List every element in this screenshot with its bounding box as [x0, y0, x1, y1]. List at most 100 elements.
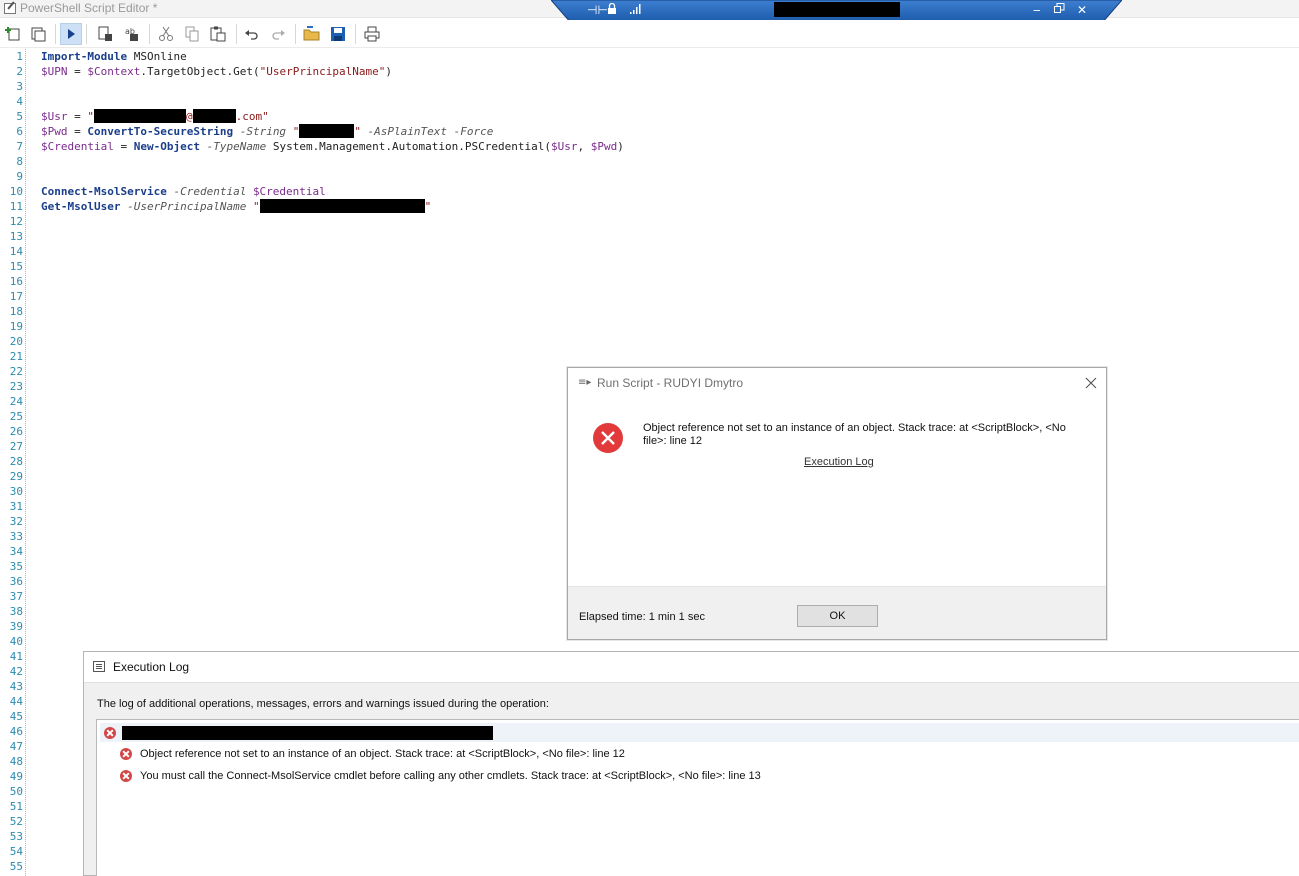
execution-log-description: The log of additional operations, messag… [97, 698, 549, 710]
redacted-text [259, 199, 425, 213]
open-script-button[interactable] [27, 23, 49, 45]
ok-button[interactable]: OK [797, 605, 878, 627]
line-number: 52 [9, 815, 23, 828]
script-editor-icon [4, 3, 16, 14]
cmdlet-token: Import-Module [41, 50, 128, 63]
line-number: 53 [9, 830, 23, 843]
pin-icon[interactable]: ⊣⊢ [587, 3, 608, 17]
member-token: .TargetObject.Get( [140, 65, 260, 78]
line-number: 14 [9, 245, 23, 258]
save-icon [331, 27, 345, 41]
line-number: 55 [9, 860, 23, 873]
line-number: 18 [9, 305, 23, 318]
line-number: 7 [16, 140, 23, 153]
copy-script-button[interactable] [94, 23, 116, 45]
line-number: 40 [9, 635, 23, 648]
compare-button[interactable]: ab [121, 23, 143, 45]
line-number: 38 [9, 605, 23, 618]
line-number: 32 [9, 515, 23, 528]
variable-token: $Pwd [590, 140, 618, 153]
line-number: 23 [9, 380, 23, 393]
line-number: 6 [16, 125, 23, 138]
line-number: 33 [9, 530, 23, 543]
undo-button[interactable] [241, 23, 263, 45]
line-number: 39 [9, 620, 23, 633]
run-script-icon: ≡▸ [578, 377, 592, 388]
close-icon[interactable]: ✕ [1077, 3, 1087, 17]
line-number: 9 [16, 170, 23, 183]
redo-button[interactable] [267, 23, 289, 45]
undo-icon [245, 30, 258, 40]
print-button[interactable] [361, 23, 383, 45]
dialog-footer: Elapsed time: 1 min 1 sec OK [568, 586, 1106, 639]
line-number: 13 [9, 230, 23, 243]
new-script-button[interactable] [1, 23, 23, 45]
dialog-close-button[interactable] [1083, 375, 1099, 391]
code-line-11: Get-MsolUser -UserPrincipalName " " [41, 199, 431, 214]
script-editor[interactable]: Import-Module MSOnline $UPN = $Context.T… [41, 49, 624, 213]
variable-token: $Credential [41, 140, 114, 153]
operator-token: = [67, 65, 88, 78]
line-number: 17 [9, 290, 23, 303]
open-folder-icon [303, 26, 320, 41]
toolbar-separator [55, 24, 56, 44]
line-number: 35 [9, 560, 23, 573]
close-icon [1085, 377, 1097, 389]
string-token: @ [186, 110, 193, 123]
line-number: 28 [9, 455, 23, 468]
line-number: 45 [9, 710, 23, 723]
string-token: "UserPrincipalName" [259, 65, 386, 78]
parameter-token: -String [233, 125, 293, 138]
line-number: 8 [16, 155, 23, 168]
line-number: 19 [9, 320, 23, 333]
line-number: 21 [9, 350, 23, 363]
error-icon [120, 770, 132, 782]
line-number: 3 [16, 80, 23, 93]
redacted-text [94, 109, 186, 123]
print-icon [364, 26, 380, 42]
line-number: 46 [9, 725, 23, 738]
run-icon [68, 29, 75, 39]
error-icon [104, 727, 116, 739]
cut-button[interactable] [155, 23, 177, 45]
parameter-token: -AsPlainText -Force [360, 125, 494, 138]
line-number: 37 [9, 590, 23, 603]
error-icon [120, 748, 132, 760]
copy-button[interactable] [181, 23, 203, 45]
cut-icon [159, 26, 173, 41]
error-icon [592, 422, 624, 454]
code-line-7: $Credential = New-Object -TypeName Syste… [41, 139, 624, 154]
line-number: 31 [9, 500, 23, 513]
line-number: 47 [9, 740, 23, 753]
line-number: 27 [9, 440, 23, 453]
remote-host-name [774, 2, 900, 17]
variable-token: $UPN [41, 65, 68, 78]
cmdlet-token: Connect-MsolService [41, 185, 167, 198]
line-number: 41 [9, 650, 23, 663]
cmdlet-token: New-Object [133, 140, 200, 153]
execution-log-link[interactable]: Execution Log [804, 456, 874, 468]
toolbar-separator [149, 24, 150, 44]
parameter-token: -UserPrincipalName [120, 200, 253, 213]
toolbar-separator [86, 24, 87, 44]
line-number: 51 [9, 800, 23, 813]
variable-token: $Usr [550, 140, 578, 153]
redacted-text [122, 726, 493, 740]
save-button[interactable] [327, 23, 349, 45]
open-folder-button[interactable] [301, 23, 323, 45]
line-number: 54 [9, 845, 23, 858]
paren-token: ) [617, 140, 624, 153]
paren-token: ) [385, 65, 393, 78]
string-token: " [87, 110, 94, 123]
execution-log-list[interactable]: Object reference not set to an instance … [96, 719, 1299, 876]
line-number: 24 [9, 395, 23, 408]
log-root-entry[interactable] [100, 723, 1299, 742]
run-button[interactable] [60, 23, 82, 45]
log-entry-text: Object reference not set to an instance … [140, 748, 625, 760]
run-script-dialog: ≡▸ Run Script - RUDYI Dmytro Object refe… [567, 367, 1107, 640]
operator-token: = [113, 140, 134, 153]
minimize-icon[interactable]: ‒ [1033, 3, 1041, 17]
string-token: " [424, 200, 432, 213]
cmdlet-token: Get-MsolUser [41, 200, 121, 213]
paste-button[interactable] [207, 23, 229, 45]
